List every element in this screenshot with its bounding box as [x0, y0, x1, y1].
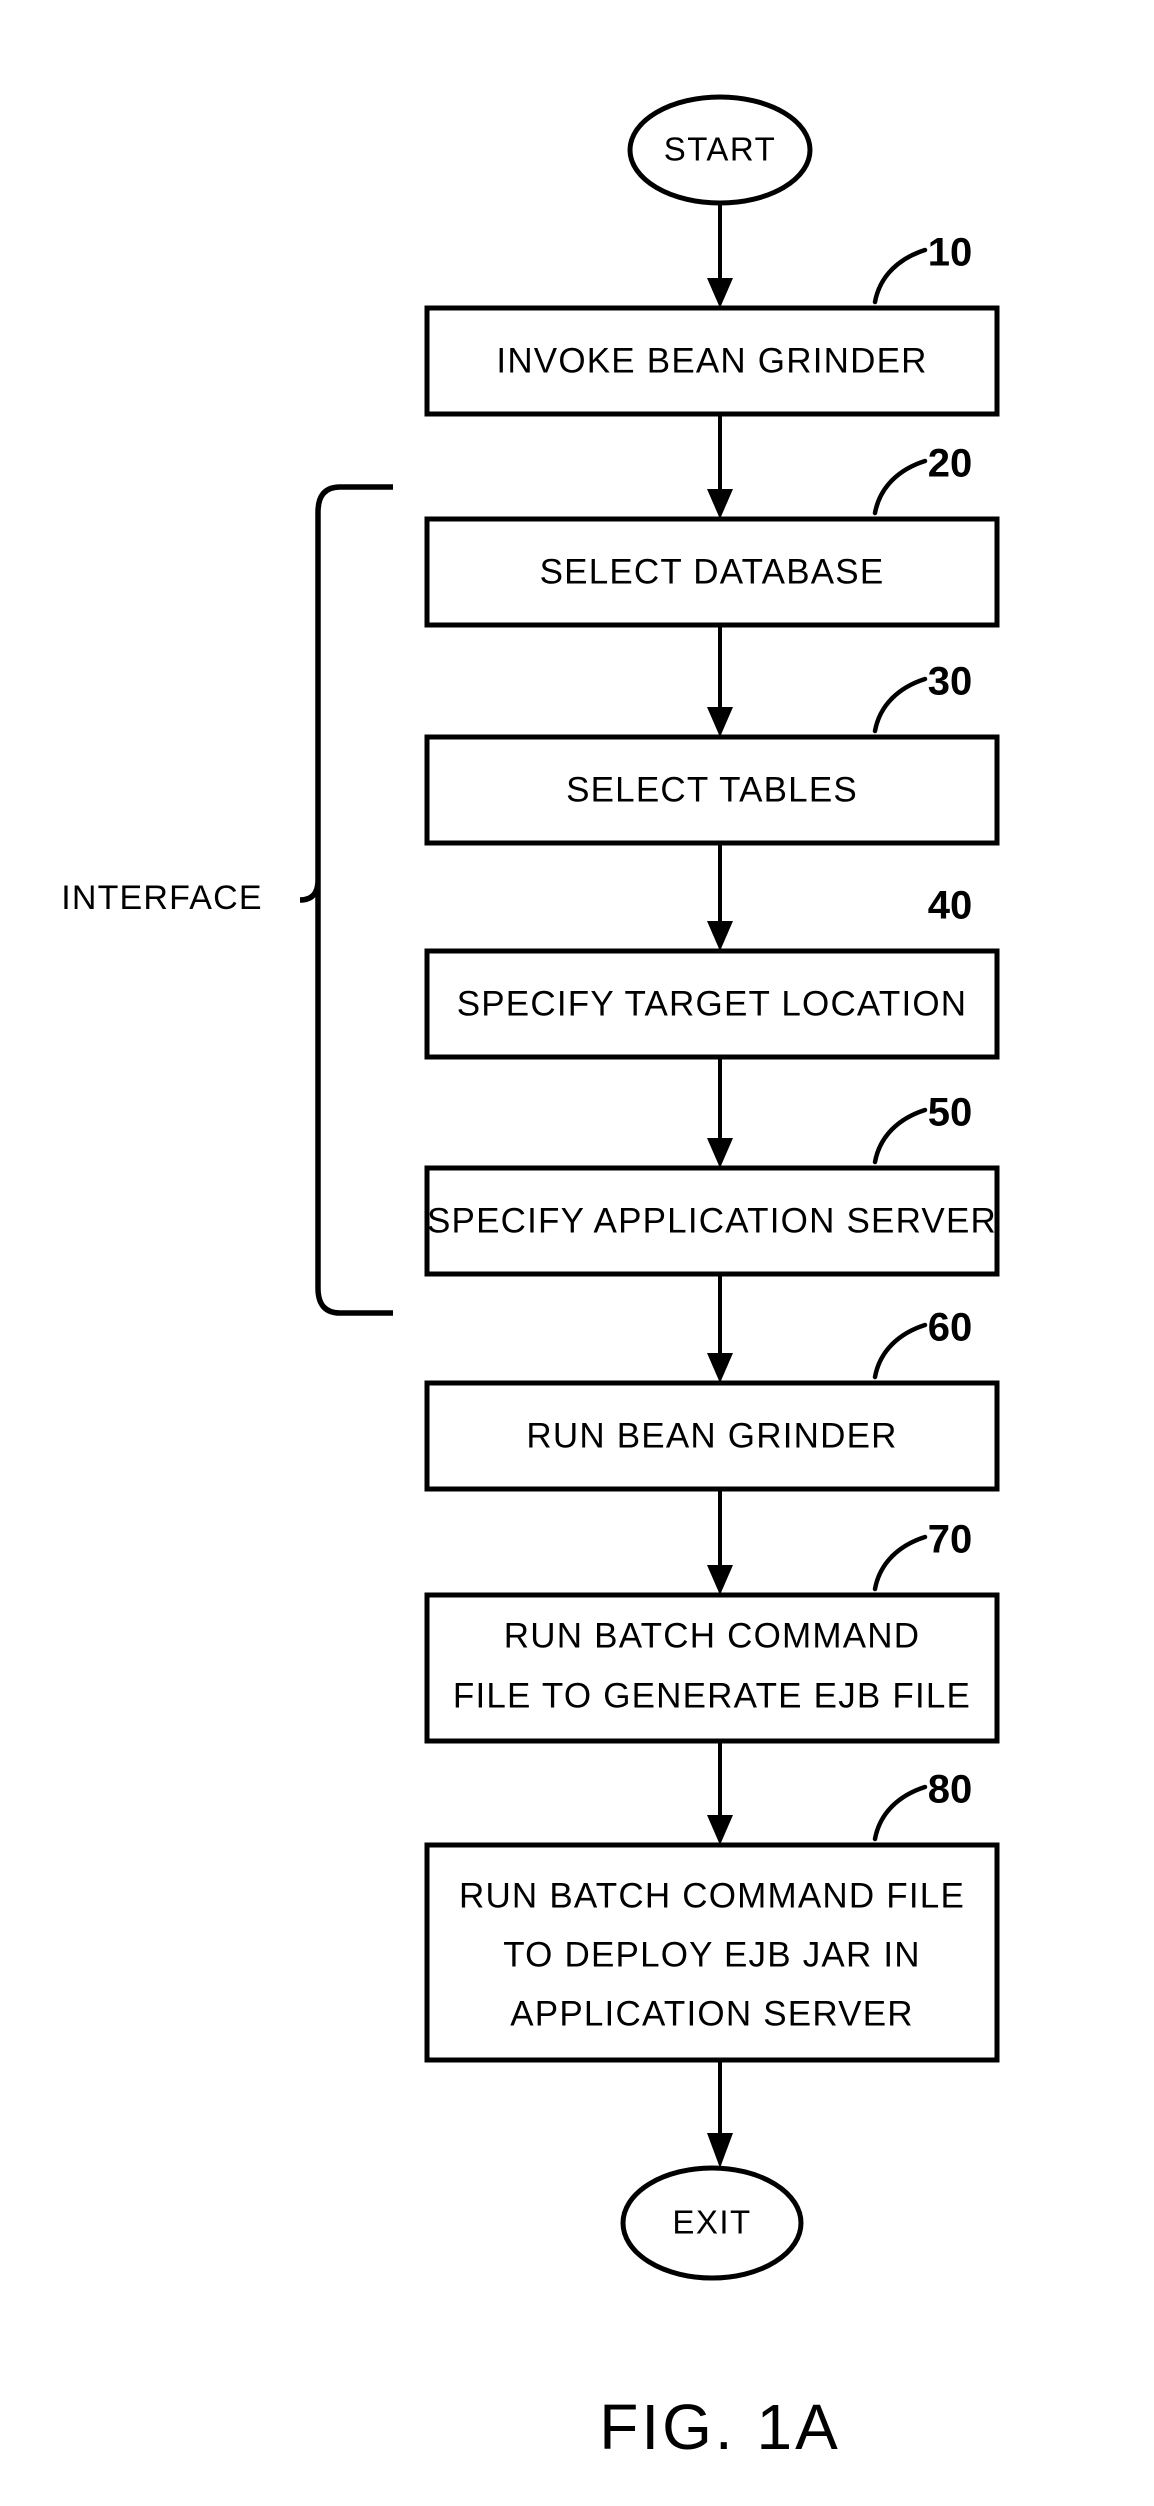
- start-label: START: [664, 131, 777, 168]
- terminal-start: START: [627, 94, 813, 206]
- leader-line: [872, 458, 928, 516]
- exit-label: EXIT: [672, 2204, 751, 2241]
- step-label-line-1: RUN BEAN GRINDER: [526, 1416, 897, 1455]
- interface-label: INTERFACE: [61, 879, 263, 917]
- arrowhead-icon: [707, 2133, 733, 2168]
- ref-callout-10: 10: [872, 231, 973, 305]
- ref-number: 40: [928, 884, 973, 928]
- leader-line: [872, 1534, 928, 1592]
- ref-callout-60: 60: [872, 1306, 973, 1380]
- ref-callout-70: 70: [872, 1518, 973, 1592]
- step-box-20: SELECT DATABASE: [424, 516, 1000, 628]
- step-box-50: SPECIFY APPLICATION SERVER: [424, 1165, 1000, 1277]
- ref-callout-50: 50: [872, 1091, 973, 1165]
- step-label-line-1: SELECT DATABASE: [540, 552, 885, 591]
- ref-number: 20: [928, 442, 973, 486]
- step-box-60: RUN BEAN GRINDER: [424, 1380, 1000, 1492]
- step-box-10: INVOKE BEAN GRINDER: [424, 305, 1000, 417]
- arrowhead-icon: [707, 1815, 733, 1845]
- ref-number: 10: [928, 231, 973, 275]
- arrowhead-icon: [707, 489, 733, 519]
- ref-number: 80: [928, 1768, 973, 1812]
- connector-step-80-to-exit: [707, 2060, 733, 2168]
- connector-step-20-to-30: [707, 625, 733, 737]
- ref-callout-80: 80: [872, 1768, 973, 1842]
- interface-bracket: [299, 484, 393, 1316]
- connector-step-50-to-60: [707, 1274, 733, 1383]
- step-label-line-2: TO DEPLOY EJB JAR IN: [503, 1935, 921, 1974]
- arrowhead-icon: [707, 707, 733, 737]
- terminal-exit: EXIT: [620, 2165, 804, 2281]
- patent-figure: START INVOKE BEAN GRINDER 10 SELECT DATA…: [0, 0, 1154, 2506]
- leader-line: [872, 247, 928, 305]
- arrowhead-icon: [707, 1353, 733, 1383]
- leader-line: [872, 1784, 928, 1842]
- step-label-line-1: INVOKE BEAN GRINDER: [496, 341, 927, 380]
- step-label-line-3: APPLICATION SERVER: [510, 1994, 913, 2033]
- arrowhead-icon: [707, 921, 733, 951]
- step-label-line-1: RUN BATCH COMMAND FILE: [459, 1876, 965, 1915]
- step-box-40: SPECIFY TARGET LOCATION: [424, 948, 1000, 1060]
- ref-callout-30: 30: [872, 660, 973, 734]
- arrowhead-icon: [707, 1565, 733, 1595]
- step-label-line-1: SPECIFY TARGET LOCATION: [457, 984, 968, 1023]
- ref-number: 30: [928, 660, 973, 704]
- step-label-line-1: SPECIFY APPLICATION SERVER: [427, 1201, 997, 1240]
- arrowhead-icon: [707, 278, 733, 308]
- ref-callout-20: 20: [872, 442, 973, 516]
- leader-line: [872, 676, 928, 734]
- step-label-line-1: RUN BATCH COMMAND: [504, 1616, 920, 1655]
- leader-line: [872, 1322, 928, 1380]
- step-box-70: RUN BATCH COMMAND FILE TO GENERATE EJB F…: [424, 1592, 1000, 1744]
- ref-callout-40: 40: [928, 884, 973, 928]
- ref-number: 60: [928, 1306, 973, 1350]
- leader-line: [872, 1107, 928, 1165]
- arrowhead-icon: [707, 1138, 733, 1168]
- interface-bracket-group: INTERFACE: [61, 484, 393, 1316]
- ref-number: 50: [928, 1091, 973, 1135]
- connector-step-60-to-70: [707, 1489, 733, 1595]
- step-box-80: RUN BATCH COMMAND FILE TO DEPLOY EJB JAR…: [424, 1842, 1000, 2063]
- connector-step-10-to-20: [707, 414, 733, 519]
- step-label-line-2: FILE TO GENERATE EJB FILE: [453, 1676, 971, 1715]
- flowchart-canvas: START INVOKE BEAN GRINDER 10 SELECT DATA…: [61, 94, 1000, 2463]
- step-box-30: SELECT TABLES: [424, 734, 1000, 846]
- connector-step-70-to-80: [707, 1741, 733, 1845]
- connector-step-40-to-50: [707, 1057, 733, 1168]
- figure-caption: FIG. 1A: [599, 2391, 841, 2463]
- ref-number: 70: [928, 1518, 973, 1562]
- step-label-line-1: SELECT TABLES: [566, 770, 858, 809]
- connector-start-to-step-10: [707, 203, 733, 308]
- connector-step-30-to-40: [707, 843, 733, 951]
